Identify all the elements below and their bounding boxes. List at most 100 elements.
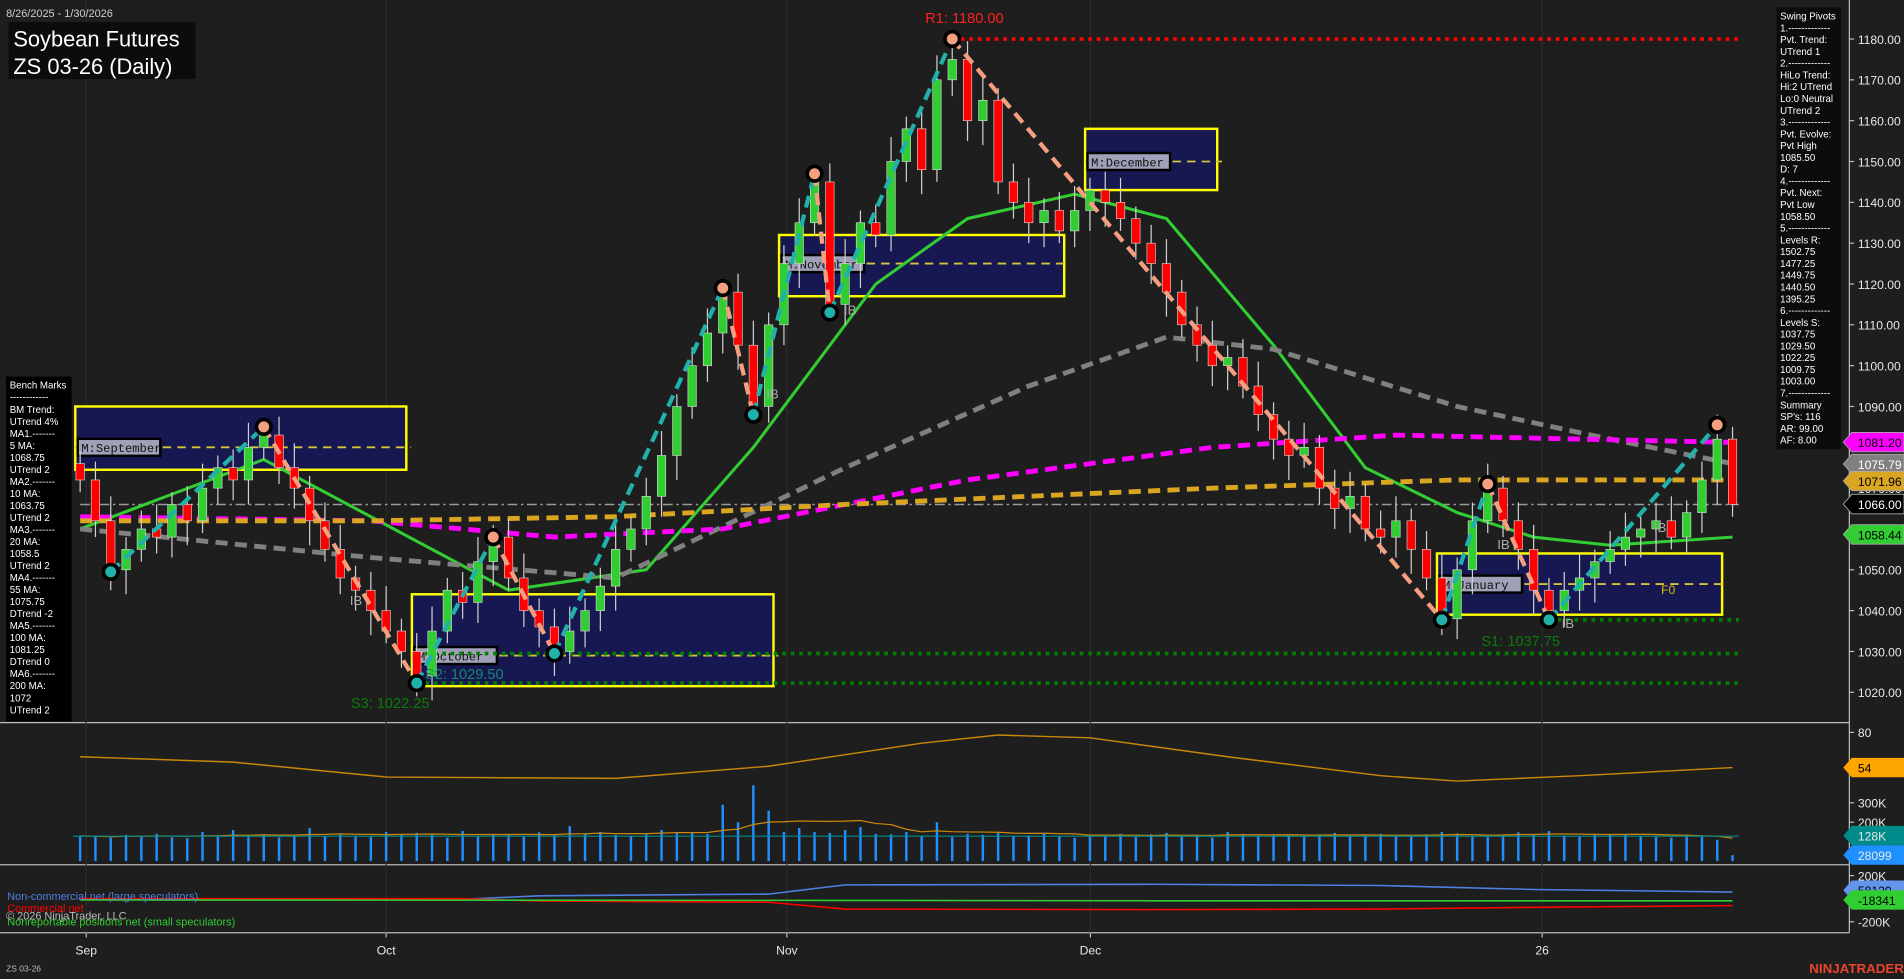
volume-bar <box>752 785 755 862</box>
price-tick-label: 1110.00 <box>1858 319 1900 333</box>
candle-up <box>1391 520 1401 538</box>
pivot-low-marker <box>1432 610 1451 629</box>
candle-down <box>962 59 973 121</box>
candle-down <box>1421 549 1432 579</box>
volume-bar <box>507 834 510 862</box>
bench-marks-line: UTrend 2 <box>10 513 50 524</box>
volume-bar <box>78 835 82 862</box>
month-label: M:December <box>1091 156 1164 170</box>
bench-marks-line: 20 MA: <box>10 537 41 548</box>
price-tick-label: 1180.00 <box>1858 33 1901 47</box>
pivot-high-marker <box>1708 415 1727 434</box>
swing-pivots-line: Pvt. Next: <box>1780 188 1822 199</box>
bench-marks-line: DTrend 0 <box>10 657 51 668</box>
candle-up <box>855 222 865 264</box>
price-tick-label: 1090.00 <box>1858 400 1902 414</box>
candle-down <box>1161 263 1171 293</box>
candle-up <box>978 99 988 121</box>
swing-pivots-line: 1029.50 <box>1780 341 1816 352</box>
volume-bar <box>323 836 327 862</box>
volume-bar <box>1195 834 1199 862</box>
bench-marks-line: 10 MA: <box>10 489 41 500</box>
volume-bar <box>339 833 342 862</box>
swing-pivots-line: AR: 99.00 <box>1780 424 1824 435</box>
price-tick-label: 1030.00 <box>1858 645 1902 659</box>
price-badge-label: 1081.20 <box>1858 436 1902 450</box>
candle-down <box>1360 495 1370 530</box>
volume-bar <box>308 828 311 862</box>
date-label: Nov <box>776 944 798 958</box>
volume-bar <box>1547 830 1551 862</box>
swing-pivots-line: Summary <box>1780 400 1822 411</box>
volume-bar <box>1348 835 1352 862</box>
volume-bar <box>1410 836 1413 862</box>
candle-up <box>259 434 269 448</box>
bench-marks-line: DTrend -2 <box>10 609 53 620</box>
volume-bar <box>1119 833 1122 862</box>
price-tick-label: 1170.00 <box>1858 74 1901 88</box>
bench-marks-line: 5 MA: <box>10 441 35 452</box>
bench-marks-line: 200 MA: <box>10 681 46 692</box>
volume-bar <box>553 835 556 862</box>
swing-pivots-line: Hi:2 UTrend <box>1780 82 1832 93</box>
date-range: 8/26/2025 - 1/30/2026 <box>6 8 113 20</box>
price-badge-label: 1058.44 <box>1858 528 1902 542</box>
candle-up <box>473 561 483 603</box>
candle-down <box>1146 242 1156 264</box>
chart-canvas[interactable]: M:SeptemberM:OctoberM:NovemberM:December… <box>0 0 1904 979</box>
candle-down <box>182 504 192 522</box>
price-badge-label: 1066.00 <box>1858 498 1902 512</box>
pivot-high-marker <box>943 29 962 49</box>
volume-bar <box>614 834 617 862</box>
volume-bar <box>1211 837 1214 862</box>
swing-pivots-line: 1477.25 <box>1780 259 1815 270</box>
volume-bar <box>1700 836 1704 862</box>
volume-bar <box>277 837 281 862</box>
price-badge-label: 1071.96 <box>1858 475 1902 489</box>
candle-down <box>1666 520 1676 538</box>
volume-bar <box>629 836 633 862</box>
bench-marks-line: UTrend 2 <box>10 561 50 572</box>
volume-bar <box>247 836 250 862</box>
bench-marks-line: 1063.75 <box>10 501 45 512</box>
candle-down <box>412 651 422 677</box>
pivot-low-marker <box>407 673 426 693</box>
volume-bar <box>446 837 449 862</box>
volume-bar <box>262 834 265 862</box>
volume-bar <box>293 835 296 862</box>
candle-down <box>1100 189 1110 203</box>
volume-bar <box>1287 835 1291 862</box>
candle-down <box>1544 589 1554 611</box>
osc-badge-label: 54 <box>1858 761 1872 775</box>
legend-noncommercial: Non-commercial net (large speculators) <box>7 891 198 903</box>
volume-bar <box>1563 835 1566 862</box>
candle-up <box>1636 528 1646 538</box>
price-tick-label: 1150.00 <box>1858 155 1901 169</box>
pivot-low-marker <box>1539 610 1559 629</box>
pivot-high-marker <box>713 278 732 298</box>
volume-bar <box>1716 839 1719 862</box>
instrument-subtitle: ZS 03-26 (Daily) <box>13 54 172 79</box>
candle-down <box>1054 210 1064 232</box>
swing-pivots-line: 1058.50 <box>1780 212 1816 223</box>
candle-down <box>1115 202 1126 219</box>
osc-badge <box>1843 757 1904 778</box>
volume-bar <box>1731 855 1734 862</box>
candle-up <box>947 59 957 81</box>
volume-bar <box>1379 833 1382 862</box>
volume-bar <box>1058 835 1061 862</box>
candle-down <box>917 128 927 170</box>
ninjatrader-logo: NINJATRADER <box>1809 961 1904 976</box>
volume-bar <box>1302 836 1306 862</box>
bench-marks-line: MA6.------- <box>10 669 55 680</box>
candle-down <box>305 487 315 522</box>
bench-marks-line: MA5.------- <box>10 621 55 632</box>
swing-pivots-line: AF: 8.00 <box>1780 436 1817 447</box>
volume-bar <box>568 826 571 862</box>
candle-up <box>1682 512 1692 538</box>
swing-pivots-line: 1022.25 <box>1780 353 1815 364</box>
bench-marks-line: MA2.------- <box>10 477 55 488</box>
candle-up <box>565 630 575 652</box>
candle-up <box>243 447 253 481</box>
candle-down <box>106 520 116 571</box>
